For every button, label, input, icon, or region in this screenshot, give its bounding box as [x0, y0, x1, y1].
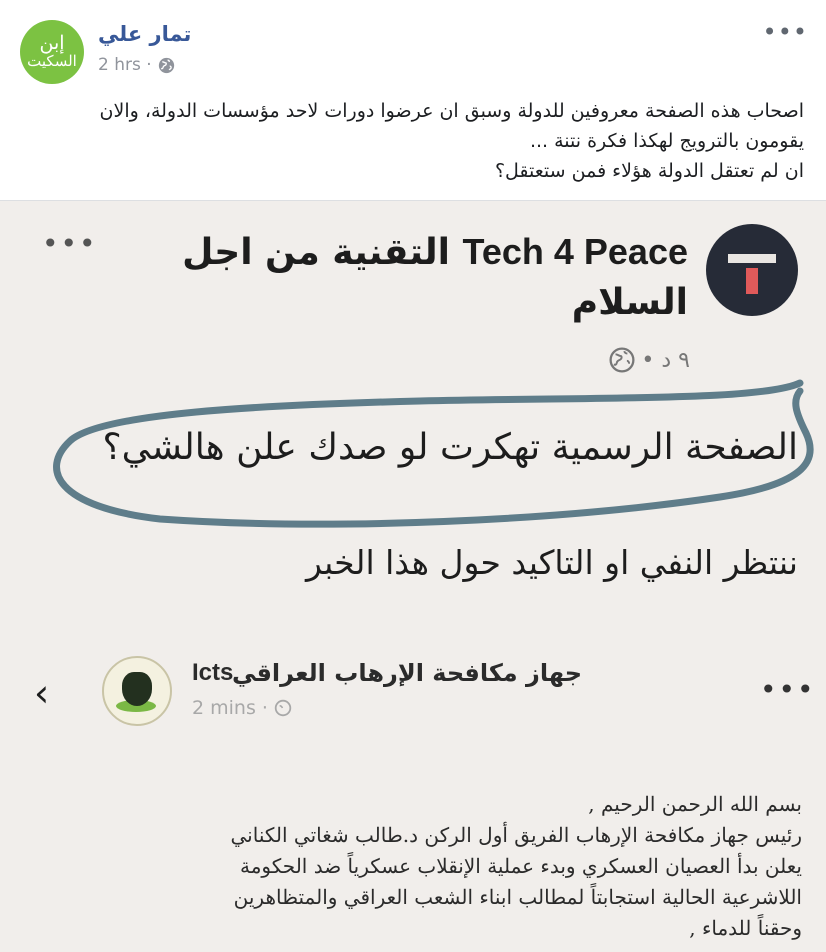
embedded-statement: بسم الله الرحمن الرحيم , رئيس جهاز مكافح… [22, 789, 802, 944]
post-time[interactable]: 2 hrs · [98, 55, 152, 75]
statement-line: وحقناً للدماء , [689, 916, 802, 940]
embedded-page-name-arabic: جهاز مكافحة الإرهاب العراقي [231, 659, 582, 687]
facebook-post: إبن السكيت تمار علي 2 hrs · ••• اصحاب هذ… [0, 0, 826, 201]
avatar-text-line-2: السكيت [27, 52, 77, 71]
post-text-line: يقومون بالترويج لهكذا فكرة نتنة ... [529, 130, 804, 152]
shared-screenshot-image[interactable]: Tech 4 Peace التقنية من اجل السلام ••• ٩… [0, 201, 826, 952]
post-text: اصحاب هذه الصفحة معروفين للدولة وسبق ان … [14, 96, 804, 186]
post-text-line: ان لم تعتقل الدولة هؤلاء فمن ستعتقل؟ [494, 160, 804, 182]
post-meta: 2 hrs · [98, 55, 175, 75]
embedded-page-name-latin: Icts [192, 659, 234, 686]
avatar-text-line-1: إبن [39, 32, 65, 55]
author-avatar[interactable]: إبن السكيت [20, 20, 84, 84]
embedded-options-icon: ••• [760, 673, 816, 706]
statement-line: رئيس جهاز مكافحة الإرهاب الفريق أول الرك… [230, 823, 802, 847]
embedded-post-meta: 2 mins · [192, 697, 292, 719]
statement-line: يعلن بدأ العصيان العسكري وبدء عملية الإن… [239, 854, 802, 878]
post-text-line: اصحاب هذه الصفحة معروفين للدولة وسبق ان … [99, 100, 804, 122]
claim-text: الصفحة الرسمية تهكرت لو صدك علن هالشي؟ [102, 427, 798, 468]
cts-logo [102, 656, 172, 726]
statement-line: بسم الله الرحمن الرحيم , [588, 792, 802, 816]
embedded-page-name: جهاز مكافحة الإرهاب العراقي [232, 659, 582, 687]
post-options-button[interactable]: ••• [763, 18, 808, 46]
author-name[interactable]: تمار علي [98, 22, 191, 46]
embedded-post-time: 2 mins · [192, 697, 268, 719]
back-chevron-icon: ‹ [34, 671, 50, 715]
logo-eagle-shape [122, 672, 152, 706]
hand-drawn-circle-annotation [53, 379, 814, 528]
globe-icon[interactable] [158, 57, 175, 74]
statement-line: اللاشرعية الحالية استجابتاً لمطالب ابناء… [233, 885, 802, 909]
globe-icon [274, 699, 292, 717]
awaiting-confirmation-text: ننتظر النفي او التاكيد حول هذا الخبر [305, 543, 798, 582]
